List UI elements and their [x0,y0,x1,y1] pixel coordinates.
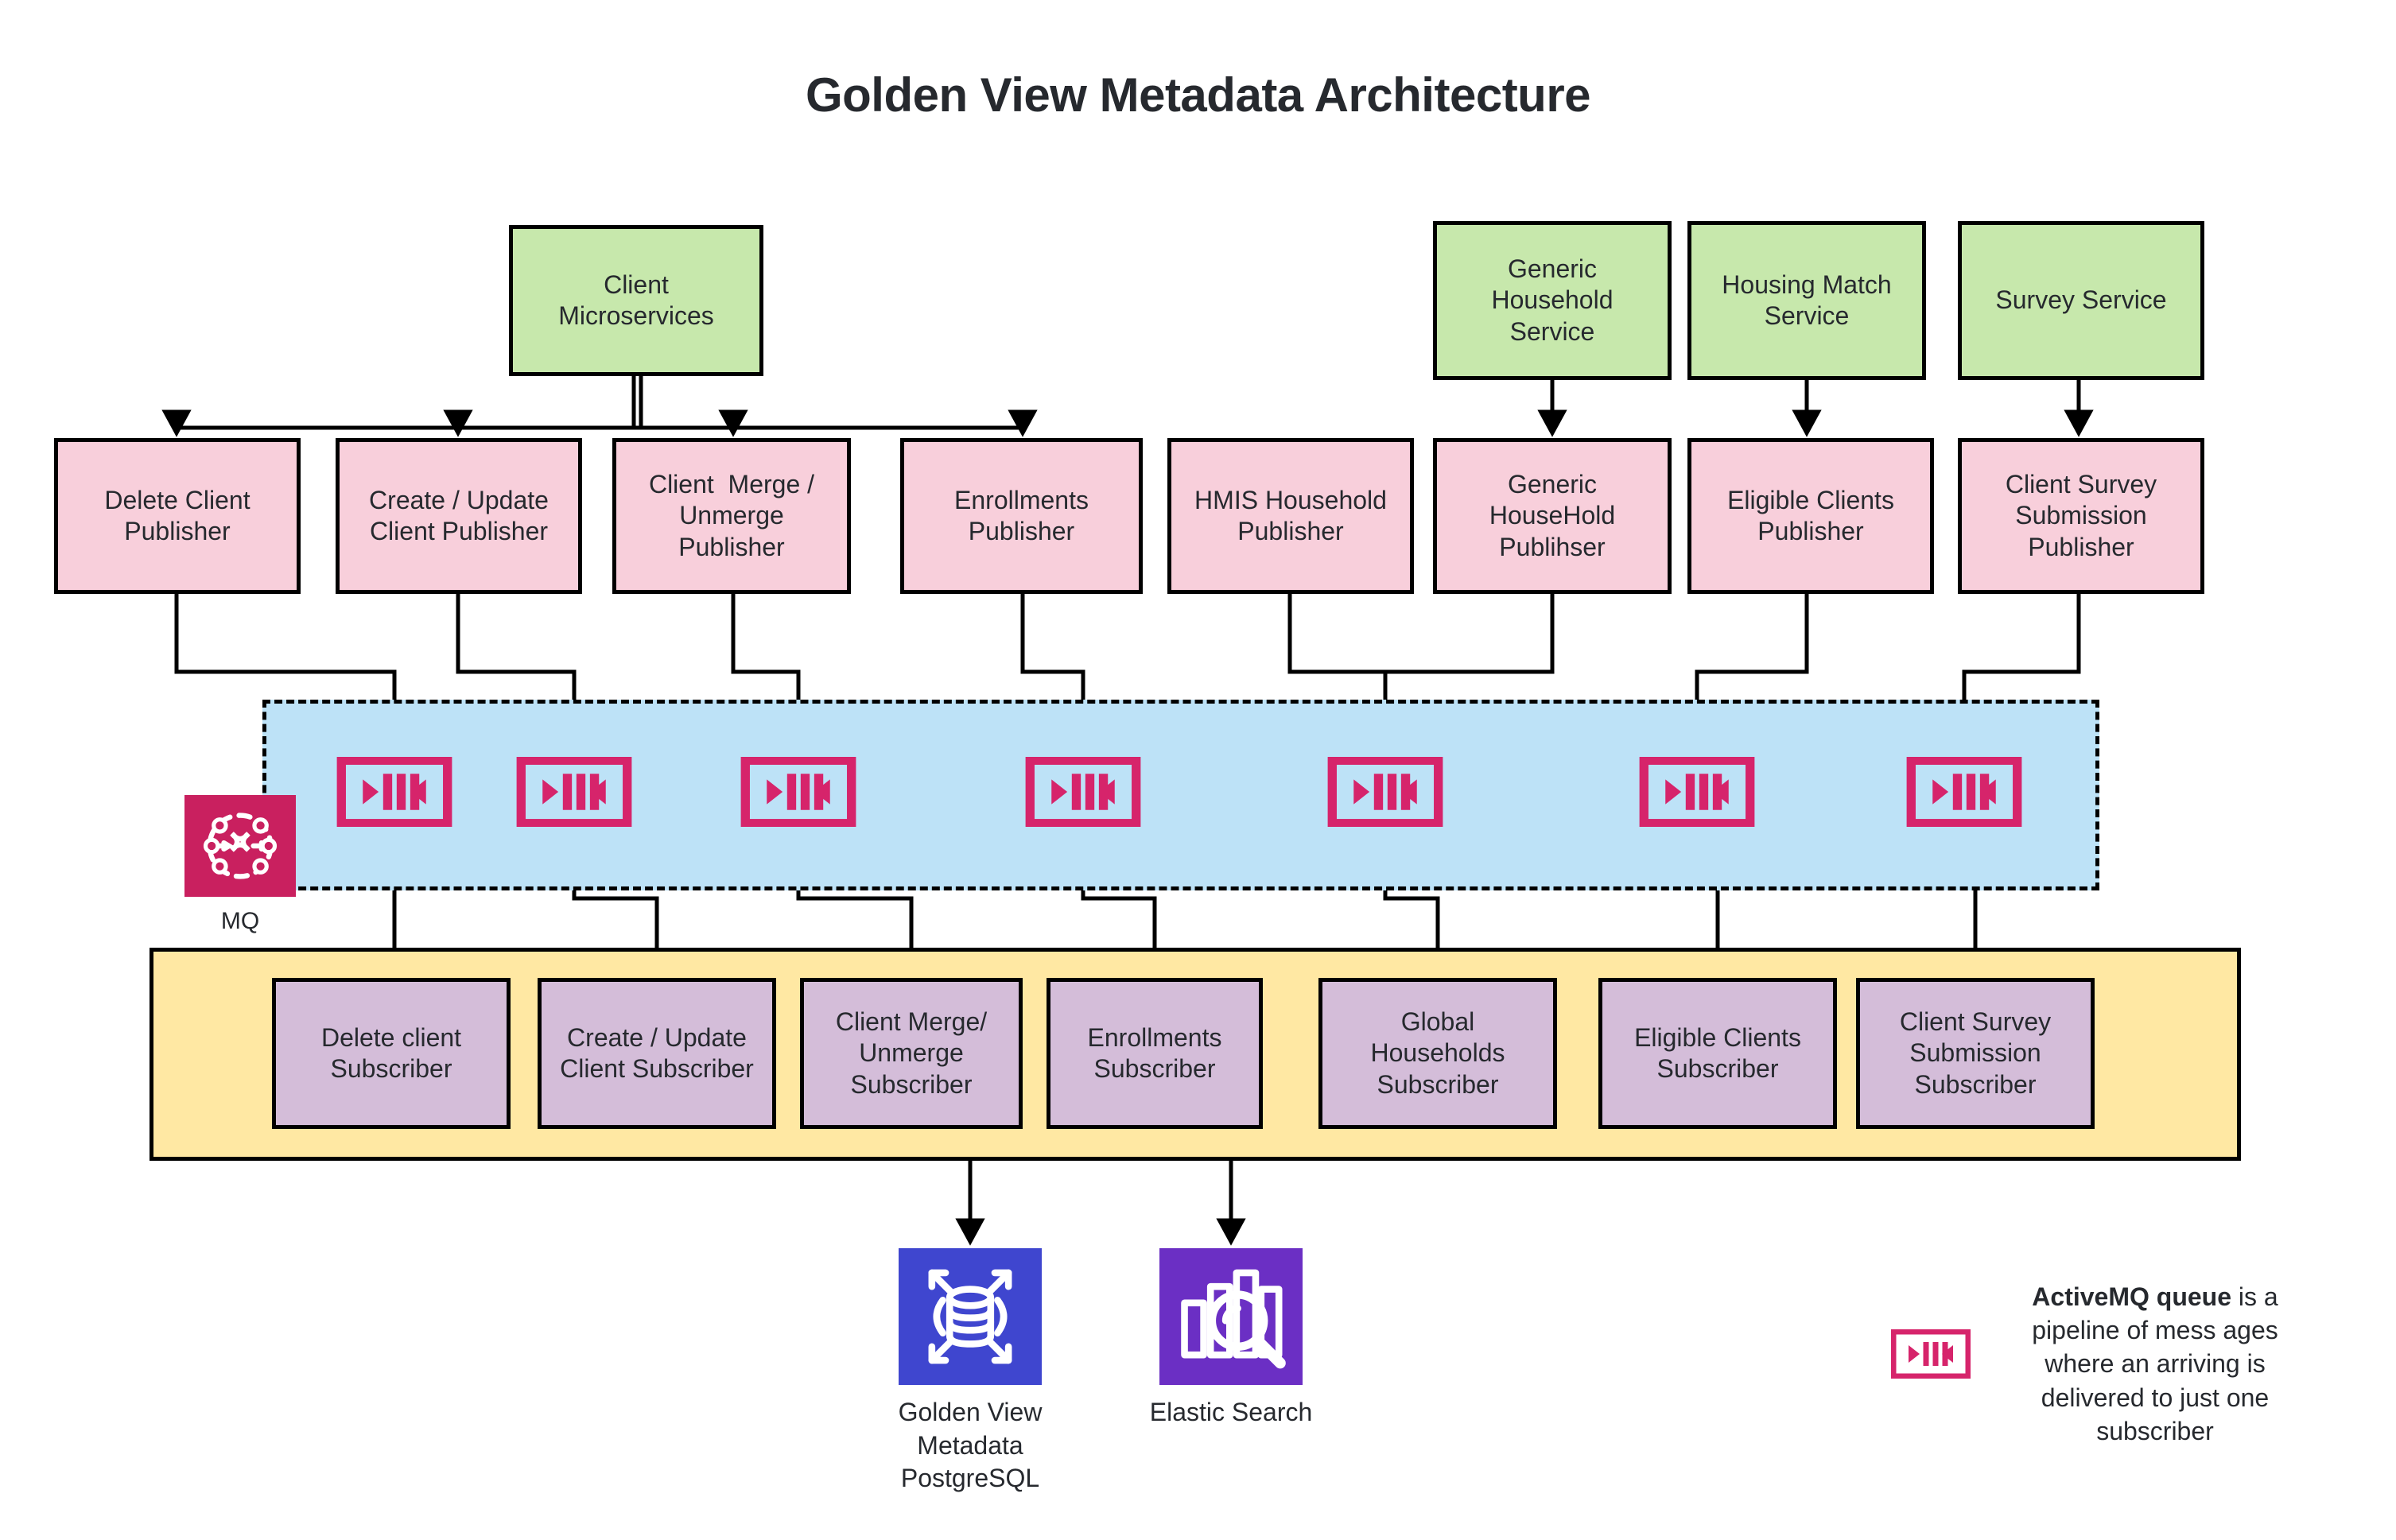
activemq-queue-icon-eligible-clients[interactable] [1638,755,1756,828]
service-generic-household-service[interactable]: Generic Household Service [1433,221,1672,380]
subscriber-global-households-subscriber[interactable]: Global Households Subscriber [1318,978,1557,1129]
legend-description: ActiveMQ queue is a pipeline of mess age… [1996,1280,2314,1448]
activemq-queue-icon-global-households[interactable] [1326,755,1444,828]
store-elastic-search[interactable] [1159,1248,1303,1385]
subscriber-label: Create / Update Client Subscriber [560,1022,754,1083]
subscriber-label: Client Survey Submission Subscriber [1899,1007,2052,1099]
activemq-queue-icon [1890,1329,1971,1379]
activemq-queue-icon-client-survey-submission[interactable] [1905,755,2023,828]
publisher-client-survey-submission-publisher[interactable]: Client Survey Submission Publisher [1958,438,2204,594]
publisher-label: Delete Client Publisher [104,485,250,545]
service-label: Survey Service [1995,285,2167,315]
subscriber-client-merge-unmerge-subscriber[interactable]: Client Merge/Unmerge Subscriber [800,978,1023,1129]
activemq-queue-icon-enrollments[interactable] [1024,755,1142,828]
publisher-eligible-clients-publisher[interactable]: Eligible Clients Publisher [1687,438,1934,594]
page-title: Golden View Metadata Architecture [805,68,1591,122]
subscriber-client-survey-submission-subscriber[interactable]: Client Survey Submission Subscriber [1856,978,2095,1129]
publisher-hmis-household-publisher[interactable]: HMIS Household Publisher [1167,438,1414,594]
subscriber-eligible-clients-subscriber[interactable]: Eligible Clients Subscriber [1598,978,1837,1129]
service-label: Generic Household Service [1491,254,1614,346]
subscriber-label: Global Households Subscriber [1370,1007,1505,1099]
activemq-queue-icon-client-merge-unmerge[interactable] [740,755,857,828]
publisher-label: Generic HouseHold Publihser [1489,470,1616,561]
store-label-elastic-search: Elastic Search [1149,1398,1313,1426]
subscriber-delete-client-subscriber[interactable]: Delete client Subscriber [272,978,511,1129]
publisher-client-merge-unmerge-publisher[interactable]: Client Merge / Unmerge Publisher [612,438,851,594]
publisher-label: Enrollments Publisher [954,485,1089,545]
publisher-label: Client Merge / Unmerge Publisher [648,470,815,561]
subscriber-label: Enrollments Subscriber [1087,1022,1222,1083]
database-scale-icon [899,1248,1042,1385]
publisher-enrollments-publisher[interactable]: Enrollments Publisher [900,438,1143,594]
service-housing-match-service[interactable]: Housing Match Service [1687,221,1926,380]
legend-term: ActiveMQ queue [2032,1282,2232,1311]
publisher-label: Client Survey Submission Publisher [2005,470,2157,561]
subscriber-enrollments-subscriber[interactable]: Enrollments Subscriber [1047,978,1263,1129]
subscriber-label: Client Merge/Unmerge Subscriber [835,1007,988,1099]
publisher-label: HMIS Household Publisher [1194,485,1387,545]
activemq-queue-icon-create-update-client[interactable] [515,755,633,828]
publisher-label: Create / Update Client Publisher [369,485,549,545]
diagram-canvas: Golden View Metadata Architecture MQ Act… [0,0,2396,1540]
activemq-queue-icon-delete-client[interactable] [336,755,453,828]
search-analytics-icon [1159,1248,1303,1385]
publisher-delete-client-publisher[interactable]: Delete Client Publisher [54,438,301,594]
service-survey-service[interactable]: Survey Service [1958,221,2204,380]
store-golden-view-metadata-postgresql[interactable] [899,1248,1042,1385]
subscriber-label: Eligible Clients Subscriber [1634,1022,1801,1083]
subscriber-create-update-client-subscriber[interactable]: Create / Update Client Subscriber [538,978,776,1129]
service-label: Housing Match Service [1722,270,1892,330]
subscriber-label: Delete client Subscriber [320,1022,462,1083]
mq-icon [184,795,296,897]
service-label: Client Microservices [558,270,714,330]
publisher-create-update-client-publisher[interactable]: Create / Update Client Publisher [336,438,582,594]
publisher-generic-household-publisher[interactable]: Generic HouseHold Publihser [1433,438,1672,594]
service-client-microservices[interactable]: Client Microservices [509,225,763,376]
publisher-label: Eligible Clients Publisher [1727,485,1894,545]
mq-label: MQ [220,908,260,934]
mq-network-icon [203,813,278,879]
